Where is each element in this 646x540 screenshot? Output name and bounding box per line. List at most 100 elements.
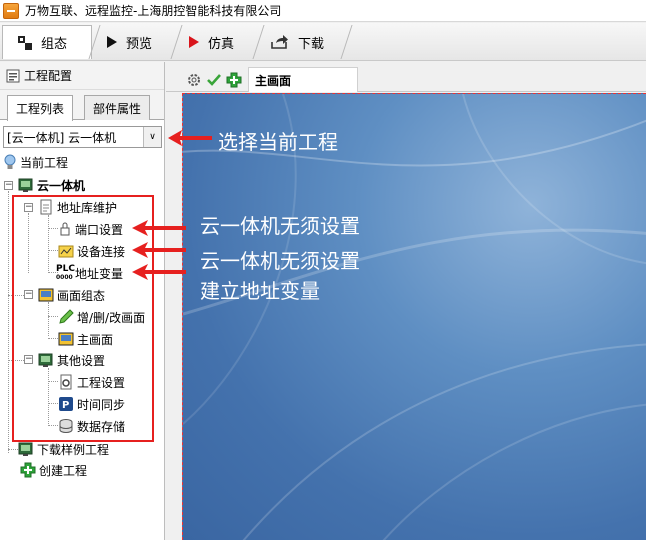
- tree-item-device-connect[interactable]: 设备连接: [58, 241, 125, 261]
- tree-guide: [48, 316, 58, 317]
- toolbar-label: 组态: [41, 37, 68, 52]
- panel-header: 工程配置: [0, 62, 164, 90]
- toolbar-download-button[interactable]: 下载: [256, 25, 346, 59]
- tree-label: 时间同步: [77, 397, 126, 412]
- panel-tabs: 工程列表 部件属性: [0, 90, 164, 121]
- collapse-toggle[interactable]: −: [24, 290, 33, 299]
- tree-item-main-screen[interactable]: 主画面: [58, 329, 113, 349]
- background-swirl: [183, 94, 646, 540]
- pencil-icon: [59, 309, 74, 324]
- tab-project-list[interactable]: 工程列表: [7, 95, 74, 121]
- tree-item-project-settings[interactable]: 工程设置: [58, 372, 125, 392]
- tree-label: 增/删/改画面: [77, 310, 146, 325]
- tree-item-download-sample[interactable]: 下载样例工程: [18, 439, 109, 459]
- annotation-arrow: [132, 220, 186, 236]
- svg-text:P: P: [62, 400, 69, 411]
- lightbulb-icon: [4, 154, 16, 169]
- tree-guide: [48, 368, 49, 426]
- plus-icon[interactable]: [226, 72, 242, 88]
- gear-icon[interactable]: [186, 72, 202, 88]
- project-panel: 工程配置 工程列表 部件属性 [云一体机] 云一体机 ∨ 当前工程 − 云一体机…: [0, 62, 165, 540]
- check-icon[interactable]: [206, 72, 222, 88]
- panel-title: 工程配置: [24, 69, 73, 83]
- plus-icon: [20, 462, 36, 478]
- toolbar-preview-button[interactable]: 预览: [92, 25, 176, 59]
- annotation-arrow: [132, 264, 186, 280]
- play-icon: [107, 36, 117, 48]
- simulate-play-icon: [189, 36, 199, 48]
- tree-item-data-storage[interactable]: 数据存储: [58, 416, 125, 436]
- tree-item-current-project[interactable]: 当前工程: [3, 152, 68, 172]
- project-config-icon: [6, 69, 20, 82]
- tree-item-create-project[interactable]: 创建工程: [20, 460, 87, 480]
- tab-label: 工程列表: [16, 102, 65, 116]
- device-icon: [18, 178, 33, 192]
- toolbar-label: 下载: [298, 36, 325, 52]
- tree-guide: [8, 449, 18, 450]
- database-icon: [59, 419, 73, 433]
- toolbar-separator: [338, 27, 356, 57]
- tree-label: 端口设置: [75, 222, 124, 237]
- annotation-arrow: [132, 242, 186, 258]
- tree-label: 创建工程: [39, 463, 88, 478]
- tab-main-screen[interactable]: 主画面: [248, 67, 358, 92]
- tab-component-properties[interactable]: 部件属性: [84, 95, 151, 120]
- toolbar-config-button[interactable]: 组态: [2, 25, 92, 59]
- download-export-icon: [271, 35, 288, 49]
- title-bar: 万物互联、远程监控-上海朋控智能科技有限公司: [0, 0, 646, 22]
- tree-guide: [48, 425, 58, 426]
- toolbar-label: 仿真: [208, 36, 235, 52]
- annotation-select-project: 选择当前工程: [218, 130, 338, 154]
- tree-item-address-lib[interactable]: 地址库维护: [38, 197, 117, 217]
- design-canvas[interactable]: [182, 93, 646, 540]
- collapse-toggle[interactable]: −: [24, 355, 33, 364]
- collapse-toggle[interactable]: −: [4, 181, 13, 190]
- device-icon: [38, 353, 53, 367]
- tree-guide: [48, 302, 49, 336]
- annotation-no-setup-2: 云一体机无须设置: [200, 249, 360, 273]
- project-select[interactable]: [云一体机] 云一体机 ∨: [3, 126, 162, 148]
- tree-item-port-settings[interactable]: 端口设置: [58, 219, 123, 239]
- chevron-down-icon[interactable]: ∨: [143, 127, 161, 147]
- lock-icon: [60, 222, 70, 236]
- tree-item-time-sync[interactable]: P 时间同步: [58, 394, 125, 414]
- tree-guide: [8, 360, 24, 361]
- tree-guide: [48, 338, 58, 339]
- tree-guide: [8, 295, 24, 296]
- tree-item-root-device[interactable]: 云一体机: [18, 175, 85, 195]
- tree-label: 地址库维护: [57, 200, 118, 215]
- settings-document-icon: [60, 374, 72, 390]
- annotation-no-setup-1: 云一体机无须设置: [200, 214, 360, 238]
- tree-item-address-vars[interactable]: PLC 0000 地址变量: [56, 263, 123, 283]
- screen-icon: [38, 288, 54, 302]
- tree-label: 主画面: [77, 332, 114, 347]
- collapse-toggle[interactable]: −: [24, 203, 33, 212]
- tree-label: 下载样例工程: [37, 442, 110, 457]
- tree-guide: [28, 213, 29, 273]
- tree-guide: [48, 403, 58, 404]
- document-tag-icon: [40, 199, 52, 215]
- toolbar-label: 预览: [126, 36, 153, 52]
- tree-guide: [48, 228, 58, 229]
- tree-label: 其他设置: [57, 353, 106, 368]
- tree-guide: [48, 381, 58, 382]
- annotation-arrow: [168, 130, 212, 146]
- toolbar-simulate-button[interactable]: 仿真: [174, 25, 258, 59]
- tree-label: 工程设置: [77, 375, 126, 390]
- tree-item-edit-screens[interactable]: 增/删/改画面: [58, 307, 145, 327]
- tree-guide: [48, 215, 49, 271]
- config-icon: [18, 35, 32, 50]
- annotation-create-vars: 建立地址变量: [200, 279, 320, 303]
- main-toolbar: 组态 预览 仿真 下载: [0, 23, 646, 61]
- tree-item-screen-config[interactable]: 画面组态: [38, 285, 105, 305]
- tree-guide: [48, 250, 58, 251]
- plc-badge-text: PLC: [56, 263, 75, 274]
- device-connect-icon: [58, 245, 74, 258]
- tree-label: 地址变量: [75, 266, 124, 281]
- tree-item-other-settings[interactable]: 其他设置: [38, 350, 105, 370]
- project-select-value: [云一体机] 云一体机: [7, 130, 117, 145]
- device-icon: [18, 442, 33, 456]
- tree-label: 云一体机: [37, 178, 86, 193]
- editor-area: [166, 93, 646, 540]
- screen-icon: [58, 332, 74, 346]
